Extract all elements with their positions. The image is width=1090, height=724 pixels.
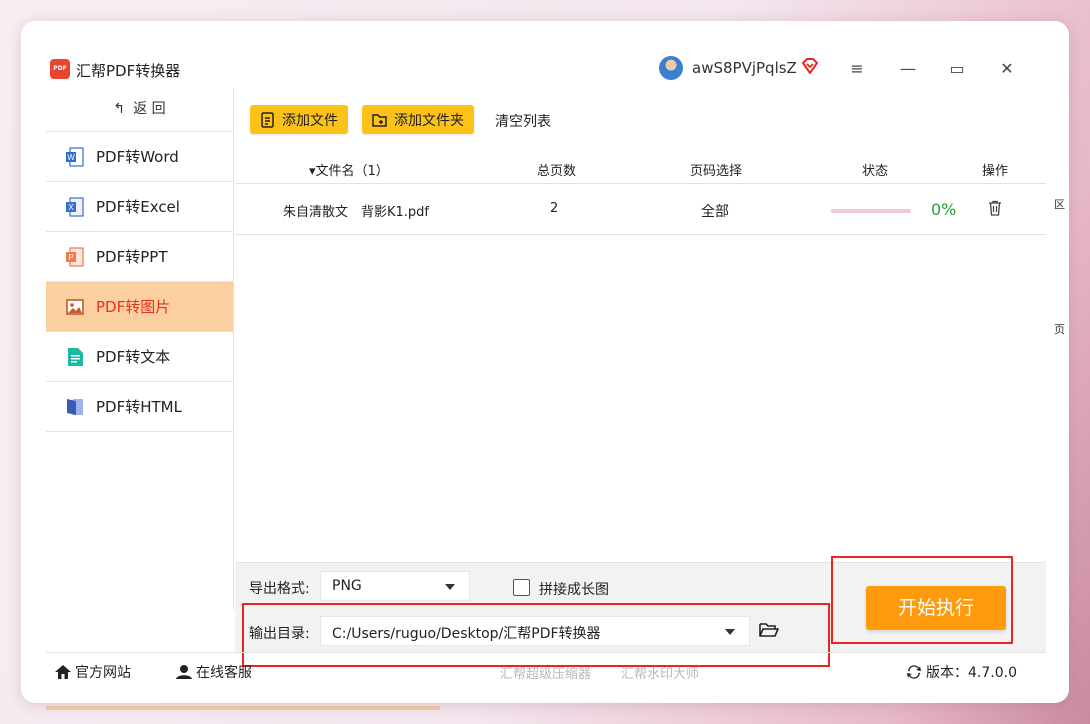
word-icon: W [66,146,84,167]
row-pages: 2 [550,201,559,216]
sidebar-item-label: PDF转图片 [96,298,171,316]
ppt-icon: P [66,246,84,267]
header-page-select: 页码选择 [690,164,743,179]
start-button[interactable]: 开始执行 [866,586,1006,630]
add-folder-button[interactable]: 添加文件夹 [362,105,474,134]
version-info[interactable]: 版本：4.7.0.0 [905,662,1017,682]
add-file-label: 添加文件 [282,112,338,129]
support-icon [176,665,192,679]
file-table-header: ▾文件名（1） 总页数 页码选择 状态 操作 [235,152,1046,184]
image-icon [66,298,84,315]
sidebar-item-label: PDF转Word [96,148,179,166]
menu-button[interactable]: ≡ [846,58,868,80]
delete-icon[interactable] [988,200,1002,216]
sidebar-item-word[interactable]: W PDF转Word [46,132,233,182]
maximize-button[interactable]: ▭ [946,58,968,80]
header-filename[interactable]: ▾文件名（1） [309,160,389,179]
back-label: 返 回 [133,101,166,117]
table-row[interactable]: 朱自清散文 背影K1.pdf 2 全部 0% [235,185,1046,235]
format-value: PNG [332,578,362,594]
username[interactable]: awS8PVjPqlsZ [692,59,797,77]
header-actions: 操作 [982,164,1009,179]
progress-bar [831,209,911,213]
app-shell: PDF 汇帮PDF转换器 awS8PVjPqlsZ ≡ — ▭ ✕ ↰ 返 回 W… [21,21,1069,703]
sidebar-item-label: PDF转文本 [96,348,171,366]
website-label: 官方网站 [75,665,131,681]
version-label: 版本：4.7.0.0 [926,665,1017,681]
format-label: 导出格式: [249,581,310,597]
vip-diamond-icon[interactable] [800,56,820,76]
sidebar-item-excel[interactable]: X PDF转Excel [46,182,233,232]
app-title: 汇帮PDF转换器 [76,62,181,80]
stitch-label[interactable]: 拼接成长图 [539,579,609,599]
background-strip [46,706,440,710]
add-file-icon [261,111,274,128]
promo-watermark-link[interactable]: 汇帮水印大师 [621,663,699,682]
sidebar-item-label: PDF转PPT [96,248,168,266]
edge-char-1: 区 [1054,198,1065,211]
home-icon [55,665,71,679]
back-button[interactable]: ↰ 返 回 [46,88,233,132]
sidebar-item-label: PDF转Excel [96,198,180,216]
add-folder-icon [372,113,387,127]
sidebar-item-html[interactable]: PDF转HTML [46,382,233,432]
row-filename: 朱自清散文 背影K1.pdf [283,205,430,220]
row-page-select[interactable]: 全部 [701,201,729,221]
sidebar: ↰ 返 回 W PDF转Word X PDF转Excel P PDF转PPT P… [46,88,234,610]
chevron-down-icon [445,584,455,590]
minimize-button[interactable]: — [897,58,919,80]
header-pages: 总页数 [537,164,577,179]
sidebar-item-text[interactable]: PDF转文本 [46,332,233,382]
text-icon [68,347,83,366]
sidebar-item-ppt[interactable]: P PDF转PPT [46,232,233,282]
website-link[interactable]: 官方网站 [54,662,131,682]
edge-char-2: 页 [1054,323,1065,336]
app-logo-icon: PDF [50,59,70,79]
excel-icon: X [66,196,84,217]
format-select[interactable]: PNG [320,571,470,601]
sidebar-item-label: PDF转HTML [96,398,182,416]
support-label: 在线客服 [196,665,252,681]
app-window: PDF 汇帮PDF转换器 awS8PVjPqlsZ ≡ — ▭ ✕ ↰ 返 回 W… [46,46,1065,684]
svg-text:P: P [68,253,73,262]
back-arrow-icon: ↰ [113,101,126,117]
header-status: 状态 [862,164,889,179]
footer: 官方网站 在线客服 汇帮超级压缩器 汇帮水印大师 版本：4.7.0.0 [46,652,1046,684]
sidebar-item-image[interactable]: PDF转图片 [46,282,233,332]
add-file-button[interactable]: 添加文件 [250,105,348,134]
support-link[interactable]: 在线客服 [175,662,252,682]
promo-compressor-link[interactable]: 汇帮超级压缩器 [500,663,591,682]
clear-list-button[interactable]: 清空列表 [495,111,551,131]
svg-text:X: X [68,203,74,212]
html-icon [67,398,83,415]
refresh-icon [907,665,921,679]
svg-text:W: W [67,153,75,162]
add-folder-label: 添加文件夹 [394,112,464,129]
close-button[interactable]: ✕ [996,58,1018,80]
user-avatar[interactable] [659,56,683,80]
stitch-checkbox[interactable] [513,579,530,596]
main-panel: 添加文件 添加文件夹 清空列表 ▾文件名（1） 总页数 页码选择 状态 操作 朱… [235,88,1046,562]
progress-percent: 0% [931,200,957,219]
title-bar: PDF 汇帮PDF转换器 awS8PVjPqlsZ ≡ — ▭ ✕ [46,46,1046,88]
